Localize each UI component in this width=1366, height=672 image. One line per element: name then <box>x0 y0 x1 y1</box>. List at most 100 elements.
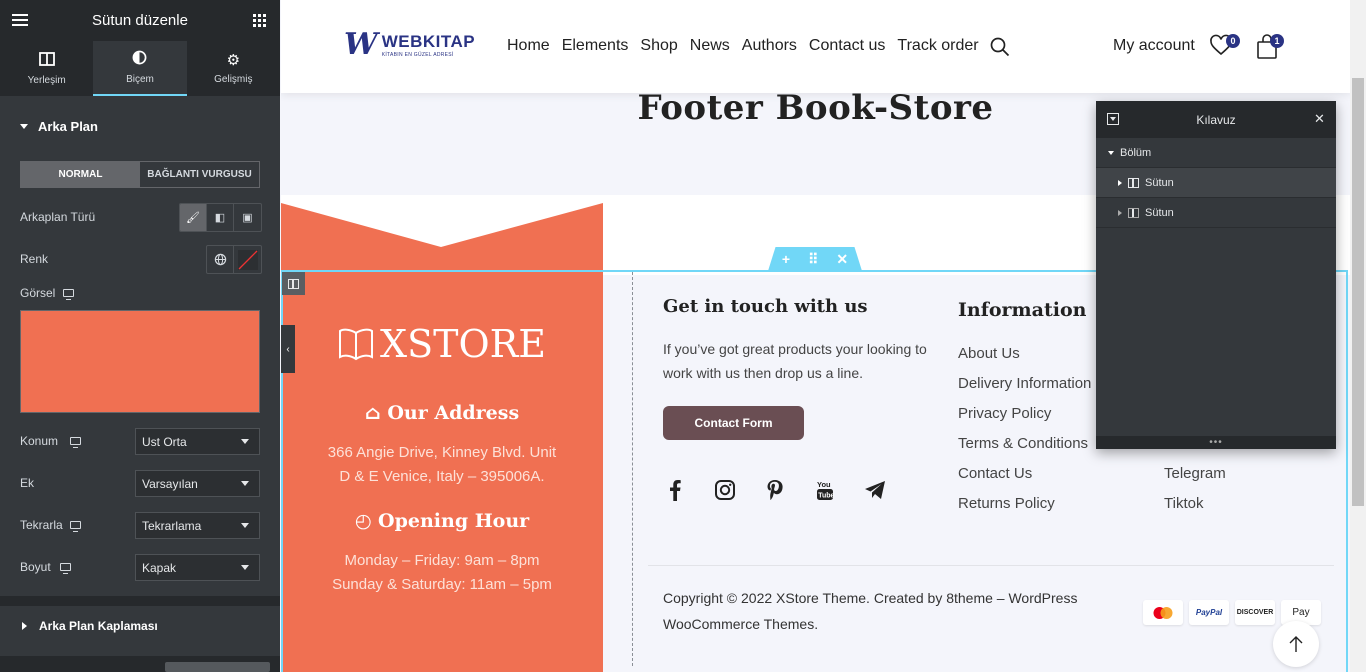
contrast-icon <box>132 50 147 68</box>
collapse-panel-button[interactable]: ‹ <box>281 325 295 373</box>
caret-right-icon <box>1118 209 1122 216</box>
tab-layout-label: Yerleşim <box>27 74 66 86</box>
collapse-all-icon[interactable] <box>1107 113 1119 125</box>
position-label: Konum <box>20 434 59 448</box>
position-select[interactable]: Ust Orta <box>135 428 260 455</box>
desktop-icon[interactable] <box>70 437 81 448</box>
chevron-down-icon <box>241 481 249 486</box>
scrollbar-thumb[interactable] <box>1352 78 1364 506</box>
nav-authors[interactable]: Authors <box>742 37 797 55</box>
hours-text: Monday – Friday: 9am – 8pm Sunday & Satu… <box>311 549 573 597</box>
color-picker-empty-icon[interactable] <box>234 246 261 273</box>
wishlist-count-badge: 0 <box>1226 34 1240 48</box>
section-background-toggle[interactable]: Arka Plan <box>0 106 280 146</box>
attachment-select[interactable]: Varsayılan <box>135 470 260 497</box>
editor-panel: Sütun düzenle Yerleşim Biçem ⚙ Gelişmiş … <box>0 0 280 672</box>
image-preview[interactable] <box>20 310 260 413</box>
globe-icon[interactable] <box>207 246 234 273</box>
link-tiktok[interactable]: Tiktok <box>1164 489 1226 519</box>
image-label: Görsel <box>20 286 56 300</box>
panel-header: Sütun düzenle <box>0 0 280 41</box>
navigator-resize-handle[interactable]: ••• <box>1096 436 1336 449</box>
panel-title: Sütun düzenle <box>92 12 188 29</box>
telegram-icon[interactable] <box>863 478 887 502</box>
instagram-icon[interactable] <box>713 478 737 502</box>
nav-item-column-2[interactable]: Sütun <box>1096 198 1336 228</box>
facebook-icon[interactable] <box>663 478 687 502</box>
caret-down-icon <box>20 123 28 129</box>
link-about-us[interactable]: About Us <box>958 339 1091 369</box>
panel-tabs: Yerleşim Biçem ⚙ Gelişmiş <box>0 41 280 96</box>
panel-footer <box>0 656 280 672</box>
state-tab-hover[interactable]: BAĞLANTI VURGUSU <box>140 162 259 187</box>
drag-handle-icon[interactable]: ⠿ <box>808 251 818 268</box>
main-nav: Home Elements Shop News Authors Contact … <box>507 37 979 55</box>
search-icon[interactable] <box>990 37 1010 57</box>
arrow-up-icon <box>1289 636 1303 652</box>
info-heading: Information <box>958 299 1087 321</box>
youtube-icon[interactable]: You Tube <box>813 478 837 502</box>
tab-advanced[interactable]: ⚙ Gelişmiş <box>187 41 280 96</box>
nav-item-column-1[interactable]: Sütun <box>1096 168 1336 198</box>
nav-home[interactable]: Home <box>507 37 550 55</box>
widgets-grid-icon[interactable] <box>253 14 266 27</box>
hamburger-menu-icon[interactable] <box>12 14 28 26</box>
nav-track-order[interactable]: Track order <box>897 37 978 55</box>
social-icons: You Tube <box>663 478 887 502</box>
repeat-select[interactable]: Tekrarlama <box>135 512 260 539</box>
nav-shop[interactable]: Shop <box>640 37 677 55</box>
logo-name: WEBKITAP <box>381 32 476 51</box>
publish-button[interactable] <box>165 662 270 672</box>
link-privacy[interactable]: Privacy Policy <box>958 399 1091 429</box>
close-section-icon[interactable]: ✕ <box>836 251 848 268</box>
close-icon[interactable]: ✕ <box>1314 111 1325 127</box>
nav-item-column-2-label: Sütun <box>1145 206 1174 219</box>
link-delivery[interactable]: Delivery Information <box>958 369 1091 399</box>
size-select[interactable]: Kapak <box>135 554 260 581</box>
section-handle[interactable]: + ⠿ ✕ <box>768 247 862 271</box>
gradient-icon[interactable]: ◧ <box>207 204 234 231</box>
hours-line-weekdays: Monday – Friday: 9am – 8pm <box>344 552 540 569</box>
contact-form-button[interactable]: Contact Form <box>663 406 804 440</box>
nav-news[interactable]: News <box>690 37 730 55</box>
caret-down-icon <box>1108 150 1114 155</box>
link-telegram[interactable]: Telegram <box>1164 459 1226 489</box>
tab-style[interactable]: Biçem <box>93 41 187 96</box>
my-account-link[interactable]: My account <box>1113 37 1195 55</box>
footer-divider <box>648 565 1334 566</box>
chevron-down-icon <box>241 439 249 444</box>
repeat-label: Tekrarla <box>20 518 63 532</box>
desktop-icon[interactable] <box>60 563 71 574</box>
link-returns[interactable]: Returns Policy <box>958 489 1091 519</box>
page-scrollbar[interactable] <box>1350 0 1366 672</box>
link-terms[interactable]: Terms & Conditions <box>958 429 1091 459</box>
logo-text: WEBKITAP KİTABIN EN GÜZEL ADRESİ <box>382 32 475 58</box>
caret-right-icon <box>1118 179 1122 186</box>
clock-icon: ◴ <box>354 510 372 532</box>
state-tabs: NORMAL BAĞLANTI VURGUSU <box>20 161 260 188</box>
section-overlay-toggle[interactable]: Arka Plan Kaplaması <box>0 606 280 646</box>
brush-icon[interactable]: 🖌 <box>180 204 207 231</box>
desktop-icon[interactable] <box>63 289 75 300</box>
contact-text: If you’ve got great products your lookin… <box>663 341 927 381</box>
slideshow-icon[interactable]: ▣ <box>234 204 261 231</box>
nav-item-section[interactable]: Bölüm <box>1096 138 1336 168</box>
nav-elements[interactable]: Elements <box>562 37 629 55</box>
back-to-top-button[interactable] <box>1273 621 1319 667</box>
link-contact-us[interactable]: Contact Us <box>958 459 1091 489</box>
discover-icon: DISCOVER <box>1235 600 1275 625</box>
tab-layout[interactable]: Yerleşim <box>0 41 93 96</box>
navigator-header: Kılavuz ✕ <box>1096 101 1336 138</box>
home-icon: ⌂ <box>364 402 381 424</box>
state-tab-normal[interactable]: NORMAL <box>21 162 140 187</box>
nav-contact[interactable]: Contact us <box>809 37 885 55</box>
contact-heading: Get in touch with us <box>663 296 868 317</box>
brand-logo: XSTORE <box>281 322 603 366</box>
layout-icon <box>38 51 55 69</box>
caret-down-icon <box>1110 117 1116 121</box>
pinterest-icon[interactable] <box>763 478 787 502</box>
column-handle-icon[interactable] <box>282 272 305 295</box>
site-logo[interactable]: W WEBKITAP KİTABIN EN GÜZEL ADRESİ <box>344 30 475 60</box>
desktop-icon[interactable] <box>70 521 81 532</box>
add-section-icon[interactable]: + <box>782 251 790 267</box>
